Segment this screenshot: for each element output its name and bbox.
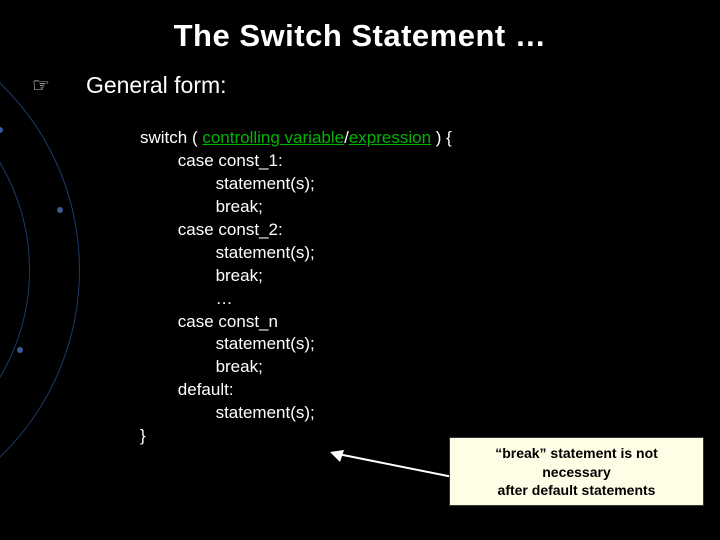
code-line: statement(s); [140, 174, 315, 193]
code-line: default: [140, 380, 234, 399]
code-line: break; [140, 197, 263, 216]
code-line: statement(s); [140, 243, 315, 262]
subtitle-text: General form: [86, 72, 227, 99]
code-line: case const_1: [140, 151, 283, 170]
controlling-variable: controlling variable [202, 128, 344, 147]
code-line: statement(s); [140, 403, 315, 422]
expression: expression [349, 128, 431, 147]
hand-bullet-icon: ☞ [32, 73, 50, 98]
subtitle-row: ☞ General form: [0, 72, 720, 99]
code-line: } [140, 426, 146, 445]
code-line: break; [140, 266, 263, 285]
code-text: switch ( [140, 128, 202, 147]
slide-title: The Switch Statement … [0, 0, 720, 54]
code-text: ) { [431, 128, 452, 147]
code-line: … [140, 289, 233, 308]
code-line: case const_n [140, 312, 278, 331]
code-line: break; [140, 357, 263, 376]
code-line: statement(s); [140, 334, 315, 353]
callout-box: “break” statement is not necessary after… [449, 437, 704, 506]
callout-line2: after default statements [460, 481, 693, 499]
code-line: case const_2: [140, 220, 283, 239]
code-block: switch ( controlling variable/expression… [140, 127, 720, 448]
callout-line1: “break” statement is not necessary [460, 444, 693, 480]
